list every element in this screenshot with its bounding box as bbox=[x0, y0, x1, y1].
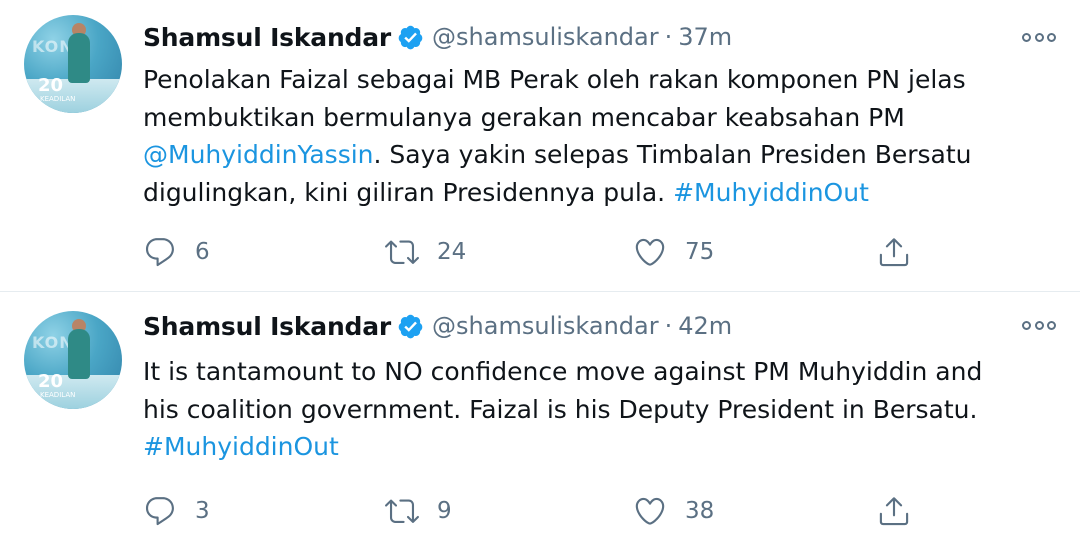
tweet-text-line: membuktikan bermulanya gerakan mencabar … bbox=[143, 99, 1043, 137]
more-options-icon[interactable] bbox=[1022, 315, 1056, 335]
tweet[interactable]: KONG 20 KEADILAN Shamsul Iskandar @shams… bbox=[0, 293, 1080, 548]
tweet-text-line: It is tantamount to NO confidence move a… bbox=[143, 353, 1043, 391]
share-icon bbox=[879, 497, 909, 526]
tweet-text-line: @MuhyiddinYassin. Saya yakin selepas Tim… bbox=[143, 136, 1043, 174]
author-name[interactable]: Shamsul Iskandar bbox=[143, 312, 391, 341]
like-button[interactable]: 38 bbox=[633, 493, 714, 529]
hashtag-link[interactable]: #MuhyiddinOut bbox=[673, 178, 869, 207]
tweet-actions: 3 9 38 bbox=[143, 493, 923, 529]
tweet-text: It is tantamount to NO confidence move a… bbox=[143, 353, 1043, 466]
tweet-text-line: his coalition government. Faizal is his … bbox=[143, 391, 1043, 429]
author-name[interactable]: Shamsul Iskandar bbox=[143, 23, 391, 52]
tweet-text: Penolakan Faizal sebagai MB Perak oleh r… bbox=[143, 61, 1043, 211]
tweet-header: Shamsul Iskandar @shamsuliskandar · 37m bbox=[143, 20, 732, 54]
text-segment: digulingkan, kini giliran Presidennya pu… bbox=[143, 177, 674, 207]
share-button[interactable] bbox=[877, 234, 911, 270]
avatar[interactable]: KONG 20 KEADILAN bbox=[24, 15, 122, 113]
avatar[interactable]: KONG 20 KEADILAN bbox=[24, 311, 122, 409]
tweet-actions: 6 24 75 bbox=[143, 234, 923, 270]
reply-button[interactable]: 3 bbox=[143, 493, 210, 529]
timestamp[interactable]: 37m bbox=[678, 23, 732, 51]
timestamp[interactable]: 42m bbox=[678, 312, 732, 340]
like-button[interactable]: 75 bbox=[633, 234, 714, 270]
share-button[interactable] bbox=[877, 493, 911, 529]
like-count: 75 bbox=[685, 239, 715, 265]
mention-link[interactable]: @MuhyiddinYassin bbox=[143, 140, 374, 169]
reply-icon bbox=[145, 497, 174, 526]
verified-badge-icon bbox=[398, 25, 423, 49]
retweet-icon bbox=[385, 499, 419, 523]
reply-count: 3 bbox=[195, 498, 210, 524]
reply-button[interactable]: 6 bbox=[143, 234, 210, 270]
share-icon bbox=[879, 238, 909, 267]
heart-icon bbox=[635, 238, 665, 266]
like-count: 38 bbox=[685, 498, 715, 524]
retweet-icon bbox=[385, 240, 419, 264]
retweet-count: 24 bbox=[437, 239, 467, 265]
text-segment: It is tantamount to NO confidence move a… bbox=[143, 357, 983, 386]
retweet-button[interactable]: 24 bbox=[385, 234, 466, 270]
author-handle[interactable]: @shamsuliskandar bbox=[432, 23, 659, 51]
tweet-text-line: #MuhyiddinOut bbox=[143, 428, 1043, 466]
heart-icon bbox=[635, 497, 665, 525]
text-segment: membuktikan bermulanya gerakan mencabar … bbox=[143, 102, 905, 132]
more-options-icon[interactable] bbox=[1022, 27, 1056, 47]
retweet-count: 9 bbox=[437, 498, 452, 524]
text-segment: Penolakan Faizal sebagai MB Perak oleh r… bbox=[143, 65, 966, 94]
reply-icon bbox=[145, 238, 174, 267]
tweet-text-line: Penolakan Faizal sebagai MB Perak oleh r… bbox=[143, 61, 1043, 99]
text-segment: his coalition government. Faizal is his … bbox=[143, 394, 978, 424]
reply-count: 6 bbox=[195, 239, 210, 265]
author-handle[interactable]: @shamsuliskandar bbox=[432, 312, 659, 340]
tweet[interactable]: KONG 20 KEADILAN Shamsul Iskandar @shams… bbox=[0, 0, 1080, 292]
hashtag-link[interactable]: #MuhyiddinOut bbox=[143, 432, 339, 461]
text-segment: . Saya yakin selepas Timbalan Presiden B… bbox=[373, 140, 972, 169]
tweet-text-line: digulingkan, kini giliran Presidennya pu… bbox=[143, 174, 1043, 212]
verified-badge-icon bbox=[398, 314, 423, 338]
separator-dot: · bbox=[664, 312, 673, 340]
tweet-header: Shamsul Iskandar @shamsuliskandar · 42m bbox=[143, 309, 732, 343]
separator-dot: · bbox=[664, 23, 673, 51]
retweet-button[interactable]: 9 bbox=[385, 493, 452, 529]
